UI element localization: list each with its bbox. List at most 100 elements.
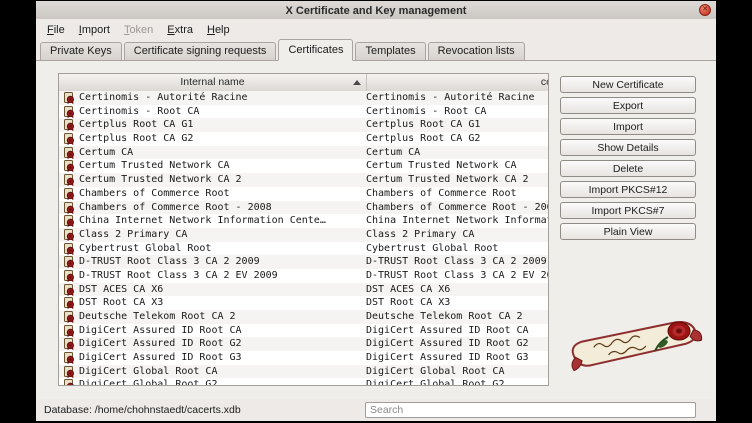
menu-item-file[interactable]: File [40,20,72,40]
certificate-icon [63,229,75,241]
cell-internal-name: Deutsche Telekom Root CA 2 [79,310,362,324]
cell-common-name: Certum Trusted Network CA 2 [366,173,529,187]
screen: X Certificate and Key management ✕ FileI… [0,0,752,423]
table-row[interactable]: DST ACES CA X6DST ACES CA X6 [59,283,548,297]
cell-common-name: D-TRUST Root Class 3 CA 2 EV 2009 [366,269,548,283]
cell-common-name: D-TRUST Root Class 3 CA 2 2009 [366,255,547,269]
column-header-label: commonName [541,76,548,88]
sort-ascending-icon [353,80,361,85]
cell-internal-name: Certinomis - Root CA [79,105,362,119]
cell-common-name: Deutsche Telekom Root CA 2 [366,310,523,324]
tab-bar: Private KeysCertificate signing requests… [36,39,716,61]
cell-internal-name: D-TRUST Root Class 3 CA 2 EV 2009 [79,269,362,283]
cell-internal-name: Certinomis - Autorité Racine [79,91,362,105]
certificate-icon [63,311,75,323]
cell-common-name: Certplus Root CA G1 [366,118,480,132]
certificate-table: Internal name commonName Certinomis - Au… [58,73,549,386]
button-delete[interactable]: Delete [560,160,696,177]
menu-item-import[interactable]: Import [72,20,117,40]
table-row[interactable]: Deutsche Telekom Root CA 2 Deutsche Telek… [59,310,548,324]
tab-private-keys[interactable]: Private Keys [40,42,122,60]
certificate-icon [63,106,75,118]
window-title: X Certificate and Key management [286,5,467,17]
cell-internal-name: Cybertrust Global Root [79,242,362,256]
table-row[interactable]: Certplus Root CA G2 Certplus Root CA G2 [59,132,548,146]
table-row[interactable]: D-TRUST Root Class 3 CA 2 EV 2009 D-TRUST… [59,269,548,283]
cell-common-name: Certum CA [366,146,420,160]
table-row[interactable]: D-TRUST Root Class 3 CA 2 2009D-TRUST Ro… [59,255,548,269]
cell-internal-name: Certplus Root CA G1 [79,118,362,132]
titlebar: X Certificate and Key management ✕ [36,1,716,20]
menu-item-extra[interactable]: Extra [160,20,200,40]
table-row[interactable]: DST Root CA X3DST Root CA X3 [59,296,548,310]
cell-internal-name: Chambers of Commerce Root - 2008 [79,201,362,215]
cell-internal-name: Certplus Root CA G2 [79,132,362,146]
table-row[interactable]: Chambers of Commerce RootChambers of Com… [59,187,548,201]
table-row[interactable]: Certum CACertum CA [59,146,548,160]
database-path: Database: /home/chohnstaedt/cacerts.xdb [44,404,241,416]
table-row[interactable]: Certum Trusted Network CA Certum Trusted … [59,159,548,173]
menu-bar: FileImportTokenExtraHelp [36,19,716,39]
table-row[interactable]: Certinomis - Root CACertinomis - Root CA [59,105,548,119]
cell-common-name: Certum Trusted Network CA [366,159,517,173]
certificate-icon [63,352,75,364]
column-header-internal-name[interactable]: Internal name [59,74,367,91]
table-row[interactable]: Class 2 Primary CAClass 2 Primary CA [59,228,548,242]
certificate-icon [63,160,75,172]
table-row[interactable]: DigiCert Assured ID Root G2DigiCert Assu… [59,337,548,351]
cell-common-name: DigiCert Assured ID Root CA [366,324,529,338]
cell-common-name: DigiCert Assured ID Root G3 [366,351,529,365]
button-panel: New Certificate Export Import Show Details D… [560,61,710,399]
tab-revocation-lists[interactable]: Revocation lists [428,42,525,60]
cell-internal-name: Certum Trusted Network CA [79,159,362,173]
tab-certificates[interactable]: Certificates [278,39,353,61]
column-header-label: Internal name [180,76,244,88]
table-row[interactable]: DigiCert Global Root CADigiCert Global R… [59,365,548,379]
close-button[interactable]: ✕ [699,4,711,16]
button-new-certificate[interactable]: New Certificate [560,76,696,93]
cell-internal-name: DigiCert Assured ID Root G3 [79,351,362,365]
cell-internal-name: China Internet Network Information Cente… [79,214,362,228]
table-row[interactable]: Certplus Root CA G1 Certplus Root CA G1 [59,118,548,132]
certificate-icon [63,256,75,268]
cell-common-name: Certplus Root CA G2 [366,132,480,146]
menu-item-help[interactable]: Help [200,20,237,40]
certificate-icon [63,297,75,309]
table-row[interactable]: DigiCert Assured ID Root G3 DigiCert Assu… [59,351,548,365]
button-import-pkcs-12[interactable]: Import PKCS#12 [560,181,696,198]
cell-internal-name: DigiCert Global Root CA [79,365,362,379]
table-row[interactable]: DigiCert Assured ID Root CA DigiCert Assu… [59,324,548,338]
column-header-commonname[interactable]: commonName [367,74,548,91]
table-row[interactable]: Cybertrust Global Root Cybertrust Global … [59,242,548,256]
table-row[interactable]: Chambers of Commerce Root - 2008Chambers… [59,201,548,215]
certificate-icon [63,215,75,227]
cell-internal-name: DigiCert Assured ID Root CA [79,324,362,338]
table-row[interactable]: Certinomis - Autorité RacineCertinomis -… [59,91,548,105]
cell-internal-name: DigiCert Assured ID Root G2 [79,337,362,351]
search-input[interactable] [365,402,696,418]
status-bar: Database: /home/chohnstaedt/cacerts.xdb [36,399,716,421]
button-import[interactable]: Import [560,118,696,135]
cell-common-name: Class 2 Primary CA [366,228,474,242]
tab-templates[interactable]: Templates [355,42,425,60]
cell-common-name: DST Root CA X3 [366,296,450,310]
tab-certificate-signing-requests[interactable]: Certificate signing requests [124,42,277,60]
button-plain-view[interactable]: Plain View [560,223,696,240]
cell-common-name: DigiCert Global Root G2 [366,378,504,385]
button-export[interactable]: Export [560,97,696,114]
certificate-icon [63,147,75,159]
cell-common-name: Cybertrust Global Root [366,242,498,256]
button-show-details[interactable]: Show Details [560,139,696,156]
button-list: New Certificate Export Import Show Details D… [560,76,696,244]
certificate-icon [63,202,75,214]
xca-window: X Certificate and Key management ✕ FileI… [36,1,716,421]
table-row[interactable]: DigiCert Global Root G2DigiCert Global R… [59,378,548,385]
table-row[interactable]: China Internet Network Information Cente… [59,214,548,228]
menu-item-token[interactable]: Token [117,20,160,40]
table-body: Certinomis - Autorité RacineCertinomis -… [59,91,548,385]
button-import-pkcs-7[interactable]: Import PKCS#7 [560,202,696,219]
table-row[interactable]: Certum Trusted Network CA 2Certum Truste… [59,173,548,187]
certificate-icon [63,284,75,296]
cell-common-name: China Internet Network Information Cente… [366,214,548,228]
cell-common-name: DST ACES CA X6 [366,283,450,297]
